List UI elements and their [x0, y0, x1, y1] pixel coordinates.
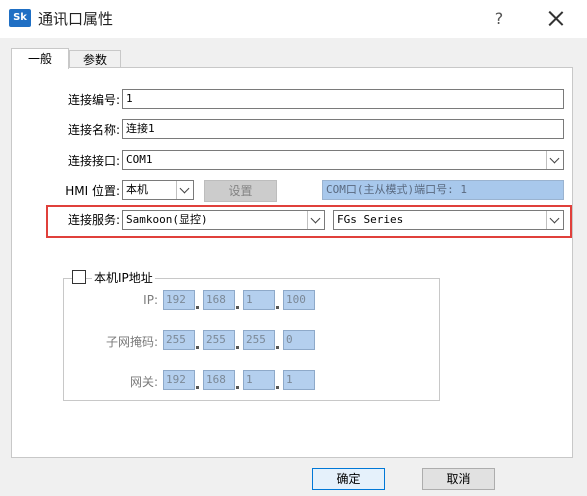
gateway-octet-4[interactable]: 1	[283, 370, 315, 390]
conn-number-label: 连接编号:	[67, 93, 120, 107]
conn-number-input[interactable]: 1	[122, 89, 564, 109]
tab-general[interactable]: 一般	[11, 48, 69, 69]
conn-port-select[interactable]: COM1	[122, 150, 564, 170]
mask-dot	[276, 346, 279, 349]
tab-parameters[interactable]: 参数	[69, 50, 121, 68]
mask-dot	[196, 346, 199, 349]
cancel-button[interactable]: 取消	[422, 468, 495, 490]
gateway-octet-2[interactable]: 168	[203, 370, 235, 390]
mask-octet-1[interactable]: 255	[163, 330, 195, 350]
series-value: FGs Series	[337, 213, 404, 226]
service-label: 连接服务:	[67, 213, 120, 227]
settings-button[interactable]: 设置	[204, 180, 277, 202]
ip-dot	[276, 306, 279, 309]
hmi-position-value: 本机	[126, 183, 148, 196]
mask-octet-2[interactable]: 255	[203, 330, 235, 350]
port-info-field: COM口(主从模式)端口号: 1	[322, 180, 564, 200]
ip-octet-3[interactable]: 1	[243, 290, 275, 310]
chevron-down-icon[interactable]	[546, 211, 563, 229]
ip-label: IP:	[143, 293, 158, 307]
app-icon: Sk	[9, 9, 31, 27]
ip-octet-1[interactable]: 192	[163, 290, 195, 310]
gateway-octet-1[interactable]: 192	[163, 370, 195, 390]
mask-label: 子网掩码:	[105, 335, 158, 349]
service-select[interactable]: Samkoon(显控)	[122, 210, 325, 230]
service-value: Samkoon(显控)	[126, 213, 208, 226]
ip-dot	[196, 306, 199, 309]
series-select[interactable]: FGs Series	[333, 210, 564, 230]
ip-group-title: 本机IP地址	[92, 269, 155, 286]
chevron-down-icon[interactable]	[307, 211, 324, 229]
gateway-label: 网关:	[129, 375, 158, 389]
ip-enable-checkbox[interactable]	[72, 270, 86, 284]
mask-octet-4[interactable]: 0	[283, 330, 315, 350]
conn-port-label: 连接接口:	[67, 154, 120, 168]
ip-dot	[236, 306, 239, 309]
conn-port-value: COM1	[126, 153, 153, 166]
ok-button[interactable]: 确定	[312, 468, 385, 490]
help-icon[interactable]: ?	[488, 8, 510, 30]
gateway-dot	[236, 386, 239, 389]
hmi-position-label: HMI 位置:	[65, 184, 120, 198]
ip-octet-4[interactable]: 100	[283, 290, 315, 310]
gateway-dot	[276, 386, 279, 389]
mask-dot	[236, 346, 239, 349]
chevron-down-icon[interactable]	[176, 181, 193, 199]
chevron-down-icon[interactable]	[546, 151, 563, 169]
hmi-position-select[interactable]: 本机	[122, 180, 194, 200]
close-icon[interactable]	[543, 6, 569, 32]
gateway-octet-3[interactable]: 1	[243, 370, 275, 390]
gateway-dot	[196, 386, 199, 389]
mask-octet-3[interactable]: 255	[243, 330, 275, 350]
conn-name-input[interactable]: 连接1	[122, 119, 564, 139]
window-title: 通讯口属性	[38, 10, 114, 28]
conn-name-label: 连接名称:	[67, 123, 120, 137]
ip-octet-2[interactable]: 168	[203, 290, 235, 310]
